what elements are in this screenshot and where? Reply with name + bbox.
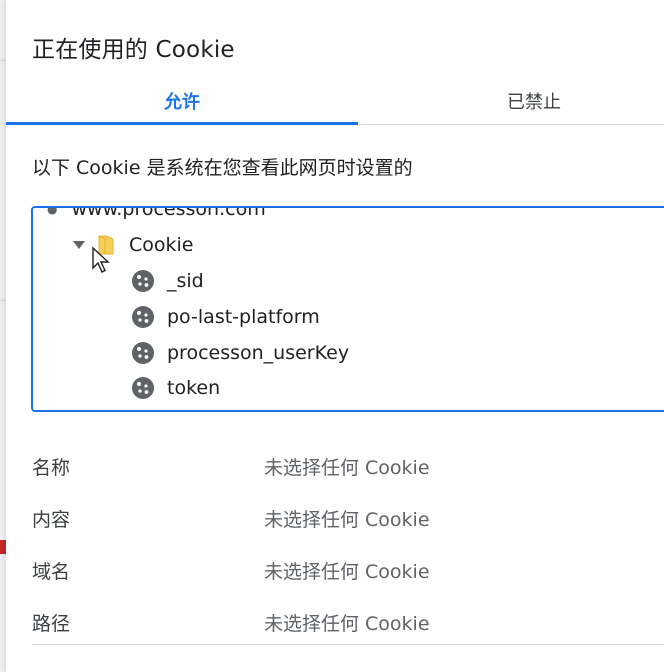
detail-value: 未选择任何 Cookie xyxy=(264,561,430,583)
details-divider xyxy=(32,644,664,645)
detail-value: 未选择任何 Cookie xyxy=(264,457,430,479)
cookie-icon xyxy=(132,342,154,364)
tab-blocked[interactable]: 已禁止 xyxy=(358,78,664,124)
cookie-item[interactable]: processon_userKey xyxy=(131,340,349,366)
cookies-dialog: 正在使用的 Cookie 允许 已禁止 以下 Cookie 是系统在您查看此网页… xyxy=(6,0,664,672)
detail-value: 未选择任何 Cookie xyxy=(264,509,430,531)
detail-row-name: 名称 未选择任何 Cookie xyxy=(32,443,664,483)
detail-value: 未选择任何 Cookie xyxy=(264,613,430,635)
domain-label: www.processon.com xyxy=(71,206,266,220)
detail-key: 路径 xyxy=(32,613,71,635)
detail-key: 名称 xyxy=(32,457,71,479)
cookie-tree[interactable]: ● www.processon.com Cookie _sid po-last-… xyxy=(31,206,664,412)
cookie-name: processon_userKey xyxy=(167,342,350,364)
tab-allowed[interactable]: 允许 xyxy=(6,78,358,125)
mouse-pointer-icon xyxy=(92,246,110,273)
cookie-item[interactable]: token xyxy=(131,375,220,401)
cookie-name: token xyxy=(167,377,221,399)
cookie-item[interactable]: po-last-platform xyxy=(131,304,320,330)
detail-key: 域名 xyxy=(32,561,71,583)
folder-label: Cookie xyxy=(129,234,194,256)
tree-domain-row[interactable]: ● www.processon.com xyxy=(47,206,266,221)
detail-row-content: 内容 未选择任何 Cookie xyxy=(32,495,664,535)
cookie-name: po-last-platform xyxy=(167,306,320,328)
cookies-description: 以下 Cookie 是系统在您查看此网页时设置的 xyxy=(32,157,413,179)
dialog-title: 正在使用的 Cookie xyxy=(32,37,235,63)
cookie-icon xyxy=(132,377,154,399)
cookie-icon xyxy=(132,306,154,328)
cookie-item[interactable]: _sid xyxy=(131,268,204,294)
detail-key: 内容 xyxy=(32,509,71,531)
tab-bar: 允许 已禁止 xyxy=(6,78,664,125)
cookie-name: _sid xyxy=(167,270,204,292)
tree-bullet-icon: ● xyxy=(47,206,58,216)
detail-row-path: 路径 未选择任何 Cookie xyxy=(32,599,664,639)
cookie-icon xyxy=(132,270,154,292)
triangle-down-icon[interactable] xyxy=(73,241,85,249)
detail-row-domain: 域名 未选择任何 Cookie xyxy=(32,547,664,587)
